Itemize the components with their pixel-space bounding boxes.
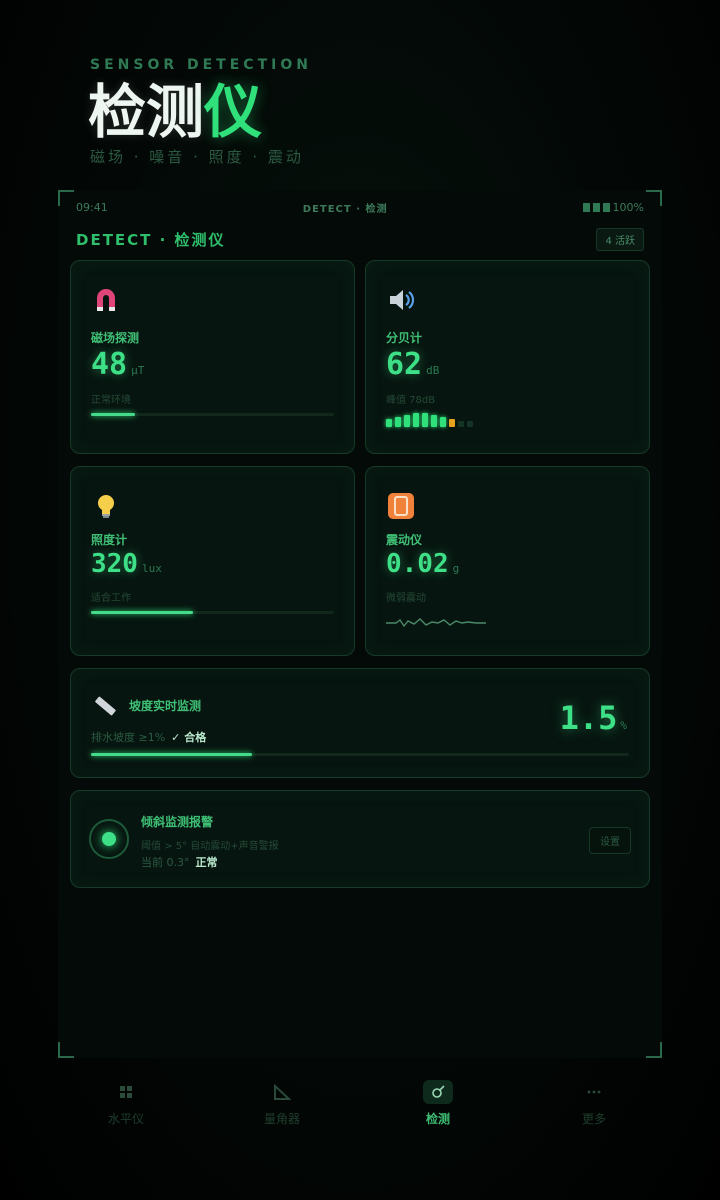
- status-center-title: DETECT · 检测: [302, 203, 388, 215]
- status-bar: 09:41 DETECT · 检测 100%: [76, 198, 644, 216]
- decibel-meter-segment: [386, 419, 392, 427]
- nav-label-protractor: 量角器: [263, 1111, 300, 1126]
- magnetic-label: 磁场探测: [91, 331, 140, 345]
- slope-level-fill: [91, 753, 253, 756]
- level-grid-icon: [111, 1080, 141, 1104]
- decibel-meter-segment: [449, 419, 455, 427]
- slope-standard-text: 排水坡度 ≥1%: [91, 731, 166, 744]
- nav-item-more[interactable]: 更多: [534, 1080, 654, 1127]
- battery-indicator: 100%: [582, 200, 644, 214]
- header-eyebrow: SENSOR DETECTION: [90, 57, 312, 73]
- battery-cell-icon: [592, 202, 600, 212]
- alarm-description: 阈值 > 5° 自动震动+声音警报: [141, 841, 279, 852]
- decibel-meter-segment: [467, 421, 473, 427]
- decibel-value-number: 62: [386, 347, 423, 382]
- page-title-accent: 仪: [204, 78, 263, 146]
- decibel-meter-segment: [413, 413, 419, 427]
- nav-label-level: 水平仪: [107, 1111, 144, 1126]
- slope-label: 坡度实时监测: [129, 699, 202, 713]
- alarm-current: 当前 0.3° 正常: [141, 854, 218, 870]
- illuminance-label: 照度计: [91, 533, 128, 547]
- frame-corner-top-left: [58, 190, 74, 206]
- frame-corner-top-right: [646, 190, 662, 206]
- battery-cell-icon: [582, 202, 590, 212]
- illuminance-card[interactable]: 照度计 320 lux 适合工作: [70, 466, 355, 656]
- slope-value-number: 1.5: [559, 699, 618, 737]
- battery-percent: 100%: [612, 200, 644, 214]
- magnetic-level-fill: [91, 413, 135, 416]
- illuminance-unit: lux: [141, 562, 162, 575]
- alarm-current-value: 当前 0.3°: [141, 856, 190, 869]
- app-screen: SENSOR DETECTION 检测仪 磁场 · 噪音 · 照度 · 震动 0…: [0, 0, 720, 1200]
- illuminance-level-track: [91, 611, 334, 614]
- alarm-status: 正常: [195, 856, 218, 869]
- more-icon: [579, 1080, 609, 1104]
- decibel-meter-segment: [404, 415, 410, 427]
- vibration-unit: g: [452, 562, 460, 575]
- decibel-meter-segment: [440, 417, 446, 427]
- decibel-unit: dB: [426, 364, 440, 377]
- frame-corner-bottom-left: [58, 1042, 74, 1058]
- illuminance-value-number: 320: [91, 549, 138, 579]
- vibration-value: 0.02 g: [386, 549, 459, 579]
- bottom-nav: 水平仪 量角器 检测 更多: [48, 1068, 672, 1138]
- decibel-label: 分贝计: [386, 331, 423, 345]
- ruler-icon: [95, 696, 116, 716]
- frame-corner-bottom-right: [646, 1042, 662, 1058]
- magnetic-level-track: [91, 413, 334, 416]
- decibel-value: 62 dB: [386, 347, 439, 382]
- nav-item-detect[interactable]: 检测: [378, 1079, 498, 1127]
- decibel-meter-segment: [431, 415, 437, 427]
- alarm-settings-button[interactable]: 设置: [589, 827, 631, 854]
- vibration-status: 微弱震动: [386, 593, 426, 604]
- nav-item-level[interactable]: 水平仪: [66, 1080, 186, 1127]
- decibel-meter-segment: [458, 421, 464, 427]
- lightbulb-icon: [98, 495, 114, 518]
- slope-card[interactable]: 坡度实时监测 1.5% 排水坡度 ≥1% ✓ 合格: [70, 668, 650, 778]
- slope-unit: %: [620, 719, 627, 732]
- decibel-meter-segment: [422, 413, 428, 427]
- magnetic-card[interactable]: 磁场探测 48 μT 正常环境: [70, 260, 355, 454]
- device-frame: 09:41 DETECT · 检测 100% DETECT · 检测仪 4 活跃…: [58, 190, 662, 1058]
- alarm-indicator-icon: [89, 819, 129, 859]
- magnetic-status: 正常环境: [91, 395, 131, 406]
- speaker-icon: [390, 290, 415, 310]
- decibel-meter: [386, 413, 473, 427]
- page-title: 检测仪: [88, 78, 262, 146]
- alarm-dot: [102, 832, 116, 846]
- magnetic-value: 48 μT: [91, 347, 144, 382]
- slope-standard: 排水坡度 ≥1% ✓ 合格: [91, 729, 206, 745]
- vibration-icon: [388, 493, 414, 519]
- page-title-main: 检测: [88, 78, 205, 146]
- magnetic-unit: μT: [131, 364, 145, 377]
- vibration-card[interactable]: 震动仪 0.02 g 微弱震动: [365, 466, 650, 656]
- detector-icon: [423, 1079, 453, 1104]
- vibration-label: 震动仪: [386, 533, 423, 547]
- decibel-card[interactable]: 分贝计 62 dB 峰值 78dB: [365, 260, 650, 454]
- battery-cell-icon: [602, 202, 610, 212]
- app-title: DETECT · 检测仪: [76, 230, 226, 249]
- tilt-alarm-card[interactable]: 倾斜监测报警 阈值 > 5° 自动震动+声音警报 当前 0.3° 正常 设置: [70, 790, 650, 888]
- protractor-icon: [267, 1080, 297, 1104]
- vibration-value-number: 0.02: [386, 549, 449, 579]
- decibel-meter-segment: [395, 417, 401, 427]
- alarm-title: 倾斜监测报警: [141, 815, 214, 829]
- illuminance-value: 320 lux: [91, 549, 162, 579]
- magnet-icon: [97, 289, 115, 311]
- illuminance-level-fill: [91, 611, 194, 614]
- status-time: 09:41: [76, 200, 108, 214]
- header-tagline: 磁场 · 噪音 · 照度 · 震动: [90, 148, 304, 166]
- slope-level-track: [91, 753, 629, 756]
- nav-label-more: 更多: [581, 1111, 606, 1126]
- decibel-peak: 峰值 78dB: [386, 395, 436, 406]
- slope-status: ✓ 合格: [171, 731, 207, 744]
- magnetic-value-number: 48: [91, 347, 128, 382]
- illuminance-status: 适合工作: [91, 593, 131, 604]
- nav-item-protractor[interactable]: 量角器: [222, 1080, 342, 1127]
- slope-value: 1.5%: [560, 699, 627, 737]
- app-header: DETECT · 检测仪 4 活跃: [76, 226, 644, 252]
- active-count-badge[interactable]: 4 活跃: [596, 227, 644, 251]
- nav-label-detect: 检测: [425, 1111, 450, 1126]
- vibration-waveform: [386, 618, 486, 628]
